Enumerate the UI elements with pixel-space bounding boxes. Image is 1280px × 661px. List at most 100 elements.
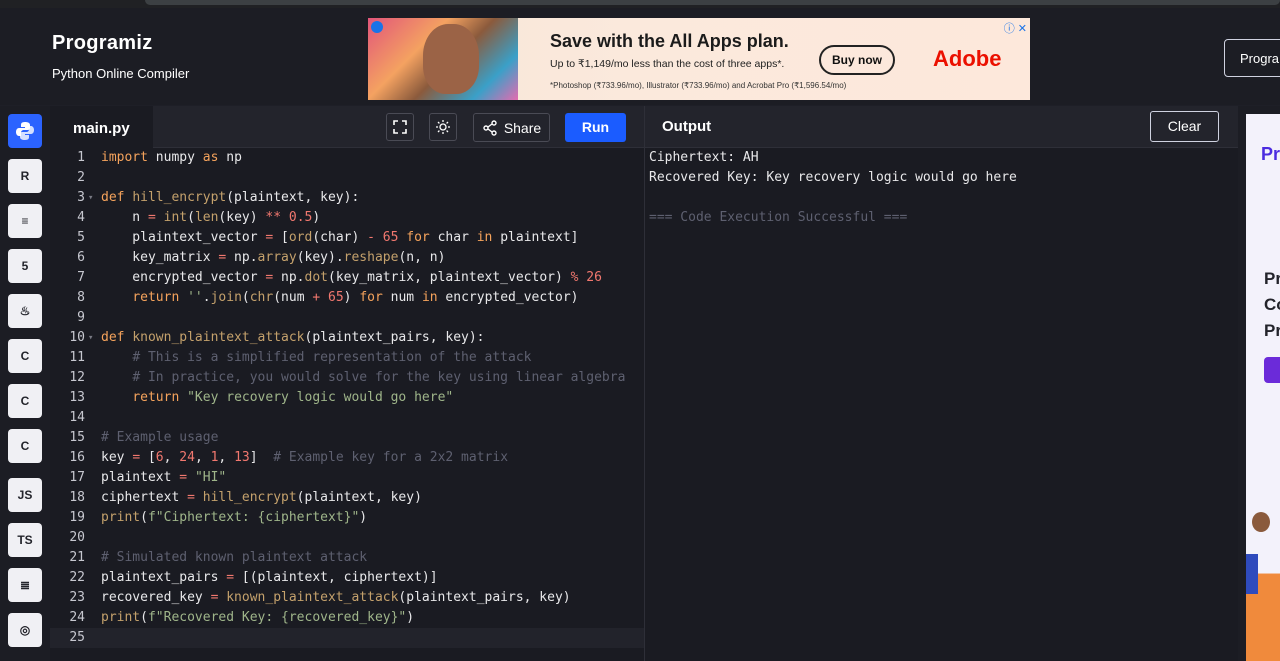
- share-icon: [483, 119, 497, 136]
- programiz-pro-button[interactable]: Progra: [1224, 39, 1280, 77]
- browser-tabbar: [145, 0, 1280, 5]
- code-line[interactable]: 5 plaintext_vector = [ord(char) - 65 for…: [50, 228, 644, 248]
- code-text: import numpy as np: [101, 150, 242, 165]
- code-line[interactable]: 18 ciphertext = hill_encrypt(plaintext, k…: [50, 488, 644, 508]
- code-text: n = int(len(key) ** 0.5): [101, 210, 321, 225]
- output-line: Recovered Key: Key recovery logic would …: [649, 170, 1017, 185]
- line-number: 20: [69, 530, 85, 545]
- line-number: 10: [69, 330, 85, 345]
- code-line[interactable]: 8 return ''.join(chr(num + 65) for num i…: [50, 288, 644, 308]
- code-line[interactable]: 24 print(f"Recovered Key: {recovered_key}…: [50, 608, 644, 628]
- code-line[interactable]: 3 ▾ def hill_encrypt(plaintext, key):: [50, 188, 644, 208]
- fullscreen-icon[interactable]: [386, 113, 414, 141]
- side-ad[interactable]: Pro PrCoPr: [1246, 114, 1280, 661]
- code-line[interactable]: 7 encrypted_vector = np.dot(key_matrix, …: [50, 268, 644, 288]
- line-number: 24: [69, 610, 85, 625]
- code-line[interactable]: 9: [50, 308, 644, 328]
- line-number: 8: [77, 290, 85, 305]
- database-icon[interactable]: ≡: [8, 204, 42, 238]
- code-text: key_matrix = np.array(key).reshape(n, n): [101, 250, 446, 265]
- browser-strip: [0, 0, 1280, 8]
- cpp-icon[interactable]: C: [8, 384, 42, 418]
- theme-toggle-sun-icon[interactable]: [429, 113, 457, 141]
- swift-icon[interactable]: ◎: [8, 613, 42, 647]
- side-ad-logo: Pro: [1261, 144, 1280, 164]
- line-number: 9: [77, 310, 85, 325]
- code-line[interactable]: 10 ▾ def known_plaintext_attack(plaintext_…: [50, 328, 644, 348]
- line-number: 2: [77, 170, 85, 185]
- line-number: 12: [69, 370, 85, 385]
- code-text: plaintext_vector = [ord(char) - 65 for c…: [101, 230, 579, 245]
- code-line[interactable]: 21 # Simulated known plaintext attack: [50, 548, 644, 568]
- code-text: return "Key recovery logic would go here…: [132, 390, 454, 405]
- code-line[interactable]: 6 key_matrix = np.array(key).reshape(n, …: [50, 248, 644, 268]
- code-text: def hill_encrypt(plaintext, key):: [101, 190, 360, 205]
- code-text: recovered_key = known_plaintext_attack(p…: [101, 590, 571, 605]
- code-text: # Example usage: [101, 430, 219, 445]
- line-number: 22: [69, 570, 85, 585]
- ad-buy-now-button[interactable]: Buy now: [819, 45, 895, 75]
- code-line[interactable]: 1 import numpy as np: [50, 148, 644, 168]
- r-icon[interactable]: R: [8, 159, 42, 193]
- line-number: 16: [69, 450, 85, 465]
- code-line[interactable]: 13 return "Key recovery logic would go h…: [50, 388, 644, 408]
- clear-button[interactable]: Clear: [1150, 111, 1219, 142]
- code-line[interactable]: 2: [50, 168, 644, 188]
- code-text: # In practice, you would solve for the k…: [132, 370, 626, 385]
- line-number: 6: [77, 250, 85, 265]
- line-number: 11: [69, 350, 85, 365]
- code-text: # Simulated known plaintext attack: [101, 550, 368, 565]
- code-line[interactable]: 4 n = int(len(key) ** 0.5): [50, 208, 644, 228]
- ad-choices-icon[interactable]: [371, 21, 383, 33]
- line-number: 5: [77, 230, 85, 245]
- output-title: Output: [662, 118, 712, 135]
- ad-fineprint: *Photoshop (₹733.96/mo), Illustrator (₹7…: [550, 81, 847, 90]
- typescript-icon[interactable]: TS: [8, 523, 42, 557]
- line-number: 3: [77, 190, 85, 205]
- line-number: 13: [69, 390, 85, 405]
- output-line: === Code Execution Successful ===: [649, 210, 908, 225]
- html5-icon[interactable]: 5: [8, 249, 42, 283]
- code-line[interactable]: 14: [50, 408, 644, 428]
- share-label: Share: [503, 119, 542, 136]
- ad-close-icon[interactable]: ⓘ ✕: [1004, 20, 1027, 36]
- output-toolbar: Output Clear: [645, 106, 1239, 148]
- code-line[interactable]: 17 plaintext = "HI": [50, 468, 644, 488]
- code-line[interactable]: 16 key = [6, 24, 1, 13] # Example key for…: [50, 448, 644, 468]
- code-line[interactable]: 23 recovered_key = known_plaintext_attack…: [50, 588, 644, 608]
- file-tab-main-py[interactable]: main.py: [50, 106, 153, 149]
- code-line[interactable]: 19 print(f"Ciphertext: {ciphertext}"): [50, 508, 644, 528]
- code-line[interactable]: 12 # In practice, you would solve for th…: [50, 368, 644, 388]
- ad-portrait: [423, 24, 479, 94]
- csharp-icon[interactable]: C: [8, 429, 42, 463]
- side-ad-figure-head: [1252, 512, 1270, 532]
- fold-arrow-icon[interactable]: ▾: [88, 188, 93, 208]
- code-line[interactable]: 20: [50, 528, 644, 548]
- code-line[interactable]: 22 plaintext_pairs = [(plaintext, ciphert…: [50, 568, 644, 588]
- side-ad-text: PrCoPr: [1264, 269, 1280, 340]
- java-icon[interactable]: ♨: [8, 294, 42, 328]
- code-editor-panel: main.py Share Run 1 import numpy as np 2 3 ▾…: [50, 106, 644, 661]
- code-area[interactable]: 1 import numpy as np 2 3 ▾ def hill_encrypt(p…: [50, 148, 644, 661]
- line-number: 1: [77, 150, 85, 165]
- fold-arrow-icon[interactable]: ▾: [88, 328, 93, 348]
- ad-description: Up to ₹1,149/mo less than the cost of th…: [550, 58, 785, 70]
- ad-brand-logo: Adobe: [933, 46, 1002, 71]
- line-number: 18: [69, 490, 85, 505]
- run-button[interactable]: Run: [565, 113, 626, 142]
- stack-icon[interactable]: ≣: [8, 568, 42, 602]
- javascript-icon[interactable]: JS: [8, 478, 42, 512]
- line-number: 19: [69, 510, 85, 525]
- code-line[interactable]: 15 # Example usage: [50, 428, 644, 448]
- c-icon[interactable]: C: [8, 339, 42, 373]
- code-line[interactable]: 11 # This is a simplified representation…: [50, 348, 644, 368]
- python-icon[interactable]: [8, 114, 42, 148]
- programiz-logo[interactable]: Programiz: [52, 32, 153, 55]
- code-line[interactable]: 25: [50, 628, 644, 648]
- code-text: plaintext = "HI": [101, 470, 227, 485]
- side-ad-cta[interactable]: [1264, 357, 1280, 383]
- banner-ad[interactable]: Save with the All Apps plan. Up to ₹1,14…: [368, 18, 1030, 100]
- line-number: 23: [69, 590, 85, 605]
- share-button[interactable]: Share: [473, 113, 550, 142]
